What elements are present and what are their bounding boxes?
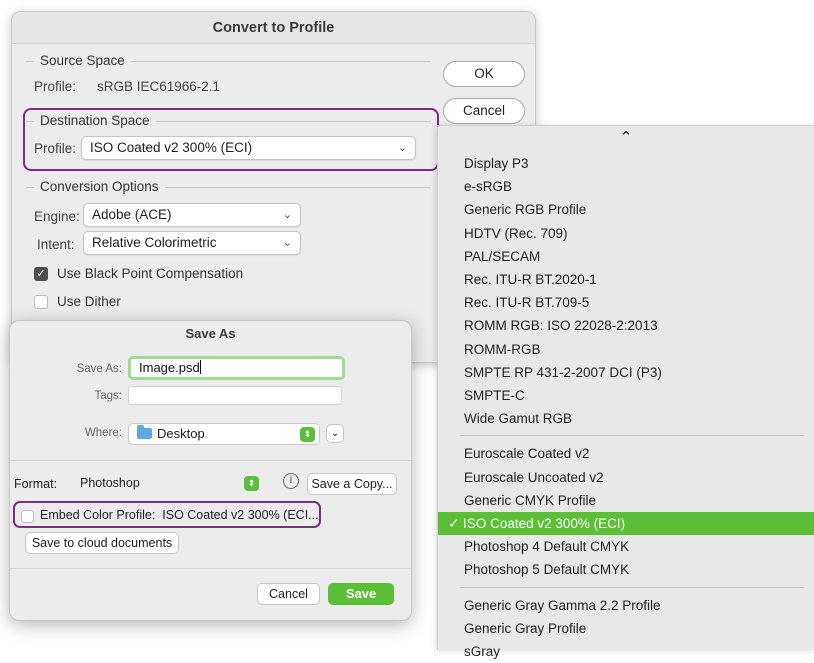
dropdown-item[interactable]: Generic Gray Gamma 2.2 Profile <box>438 594 814 617</box>
conversion-options-label: Conversion Options <box>34 179 165 194</box>
stepper-icon: ⬍ <box>300 427 315 442</box>
source-profile-label: Profile: <box>34 79 77 94</box>
dropdown-item[interactable]: Display P3 <box>438 152 814 175</box>
dropdown-separator <box>460 435 804 437</box>
dropdown-item[interactable]: HDTV (Rec. 709) <box>438 222 814 245</box>
dropdown-item[interactable]: ROMM-RGB <box>438 338 814 361</box>
checkmark-icon: ✓ <box>36 268 46 280</box>
save-as-input[interactable]: Image.psd <box>128 356 345 380</box>
dropdown-item[interactable]: Photoshop 5 Default CMYK <box>438 558 814 581</box>
save-button[interactable]: Save <box>328 583 394 605</box>
engine-label: Engine: <box>34 209 80 224</box>
where-value: Desktop <box>157 426 205 441</box>
chevron-down-icon: ⌄ <box>282 209 292 221</box>
dropdown-item[interactable]: Generic CMYK Profile <box>438 489 814 512</box>
folder-icon <box>137 425 152 439</box>
where-label: Where: <box>84 427 122 439</box>
save-as-value: Image.psd <box>139 360 200 375</box>
dropdown-item[interactable]: ROMM RGB: ISO 22028-2:2013 <box>438 314 814 337</box>
intent-label: Intent: <box>37 237 75 252</box>
dropdown-item[interactable]: Wide Gamut RGB <box>438 407 814 430</box>
source-space-group: Source Space <box>26 53 431 106</box>
save-dialog-title: Save As <box>185 326 236 341</box>
divider <box>10 460 411 461</box>
save-copy-button[interactable]: Save a Copy... <box>307 473 397 495</box>
dropdown-item[interactable]: Generic Gray Profile <box>438 617 814 640</box>
dialog-title: Convert to Profile <box>12 12 535 44</box>
format-stepper-icon[interactable]: ⬍ <box>244 476 259 491</box>
tags-label: Tags: <box>94 390 123 402</box>
save-cloud-button[interactable]: Save to cloud documents <box>25 532 179 554</box>
dither-checkbox[interactable] <box>34 295 48 309</box>
embed-highlight-outline <box>13 501 321 528</box>
dropdown-item[interactable]: sGray <box>438 640 814 663</box>
source-profile-value: sRGB IEC61966-2.1 <box>97 79 221 94</box>
chevron-down-icon: ⌄ <box>330 428 340 439</box>
dropdown-item[interactable]: Rec. ITU-R BT.2020-1 <box>438 268 814 291</box>
dropdown-item[interactable]: SMPTE-C <box>438 384 814 407</box>
save-as-dialog: Save As Save As: Image.psd Tags: Where: … <box>9 320 412 621</box>
intent-select[interactable]: Relative Colorimetric ⌄ <box>83 231 301 255</box>
dropdown-item[interactable]: Rec. ITU-R BT.709-5 <box>438 291 814 314</box>
cancel-button[interactable]: Cancel <box>443 98 525 124</box>
intent-value: Relative Colorimetric <box>92 235 217 250</box>
ok-button[interactable]: OK <box>443 61 525 87</box>
destination-highlight-outline <box>23 108 439 171</box>
dropdown-item[interactable]: ✓ ISO Coated v2 300% (ECI) <box>438 512 814 535</box>
dropdown-item[interactable]: SMPTE RP 431-2-2007 DCI (P3) <box>438 361 814 384</box>
chevron-down-icon: ⌄ <box>282 237 292 249</box>
dropdown-item[interactable]: PAL/SECAM <box>438 245 814 268</box>
engine-select[interactable]: Adobe (ACE) ⌄ <box>83 203 301 227</box>
format-value[interactable]: Photoshop <box>80 476 140 490</box>
black-point-checkbox[interactable]: ✓ <box>34 267 48 281</box>
tags-input[interactable] <box>128 386 342 405</box>
black-point-label: Use Black Point Compensation <box>57 266 244 281</box>
dropdown-item[interactable]: Generic RGB Profile <box>438 198 814 221</box>
expand-button[interactable]: ⌄ <box>326 424 344 443</box>
source-space-label: Source Space <box>34 53 131 68</box>
profile-dropdown-menu: ⌃ Display P3 e-sRGB Generic RGB Profile HDT… <box>437 125 814 659</box>
scroll-up-chevron-icon[interactable]: ⌃ <box>438 128 814 146</box>
dropdown-item[interactable]: Photoshop 4 Default CMYK <box>438 535 814 558</box>
dropdown-item[interactable]: e-sRGB <box>438 175 814 198</box>
save-cancel-button[interactable]: Cancel <box>257 583 320 605</box>
engine-value: Adobe (ACE) <box>92 207 172 222</box>
text-cursor <box>199 360 201 374</box>
where-select[interactable]: Desktop ⬍ <box>128 423 320 445</box>
save-as-label: Save As: <box>76 363 122 375</box>
divider <box>10 568 411 569</box>
dither-label: Use Dither <box>57 294 121 309</box>
info-icon[interactable]: i <box>283 473 299 489</box>
dropdown-item[interactable]: Euroscale Uncoated v2 <box>438 466 814 489</box>
dropdown-separator <box>460 586 804 588</box>
dropdown-item[interactable]: Euroscale Coated v2 <box>438 442 814 465</box>
format-label: Format: <box>14 477 58 491</box>
